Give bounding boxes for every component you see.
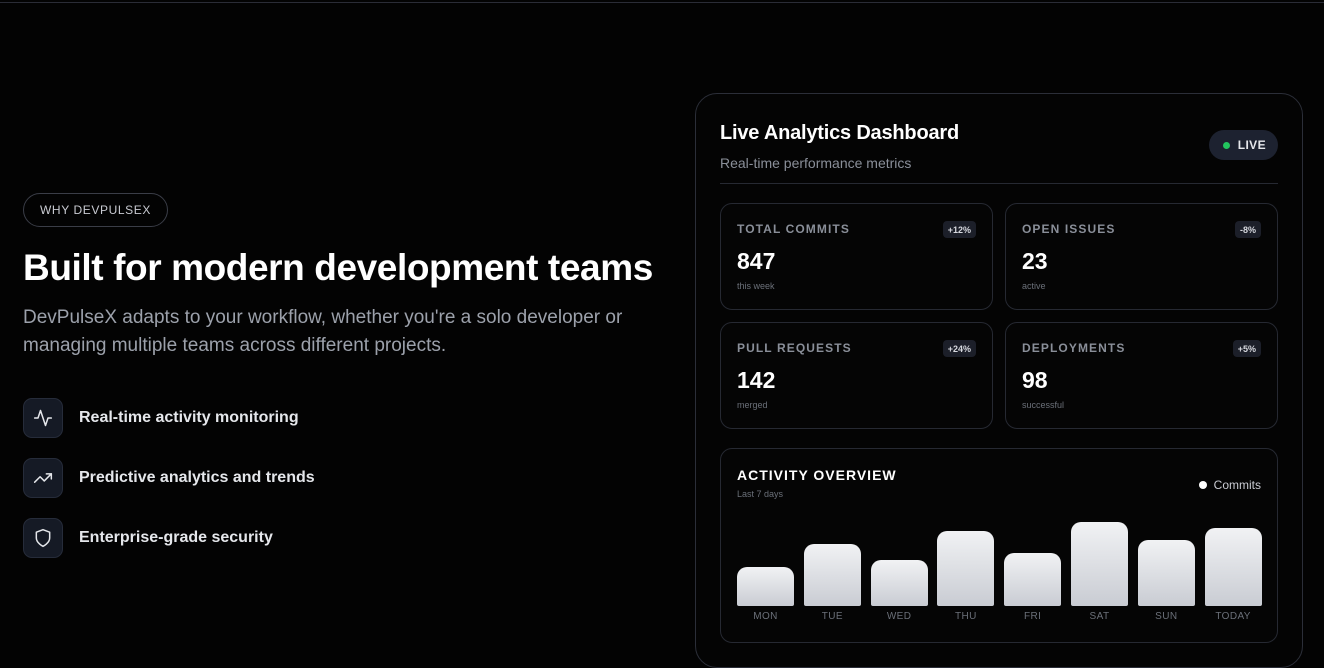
chart-bar-sat — [1071, 521, 1128, 606]
stat-label: TOTAL COMMITS — [737, 222, 850, 236]
stat-label: DEPLOYMENTS — [1022, 341, 1126, 355]
chart-bar-today — [1204, 527, 1262, 606]
section-badge: WHY DEVPULSEX — [23, 193, 168, 227]
chart-tick-label: MON — [753, 611, 778, 622]
stats-grid: TOTAL COMMITS +12% 847 this week OPEN IS… — [720, 203, 1278, 429]
chart-tick-label: SUN — [1155, 611, 1178, 622]
stat-card-open-issues: OPEN ISSUES -8% 23 active — [1005, 203, 1278, 310]
stat-label: PULL REQUESTS — [737, 341, 852, 355]
legend-label: Commits — [1213, 478, 1261, 492]
dashboard-subtitle: Real-time performance metrics — [720, 155, 912, 171]
chart-bar-fri — [1004, 552, 1062, 606]
section-lead: DevPulseX adapts to your workflow, wheth… — [23, 307, 623, 356]
stat-value: 98 — [1022, 367, 1048, 393]
feature-item: Predictive analytics and trends — [23, 458, 663, 498]
stat-change-badge: +24% — [942, 340, 976, 357]
chart-legend: Commits — [1198, 478, 1261, 492]
chart-tick-label: TODAY — [1215, 611, 1251, 622]
feature-label: Real-time activity monitoring — [79, 409, 299, 426]
stat-note: this week — [737, 281, 775, 291]
live-badge: LIVE — [1208, 130, 1278, 160]
chart-bar-tue — [803, 544, 861, 606]
stat-card-deployments: DEPLOYMENTS +5% 98 successful — [1005, 322, 1278, 429]
chart-tick-label: TUE — [821, 611, 843, 622]
section-headline: Built for modern development teams — [23, 247, 653, 288]
feature-label: Enterprise-grade security — [79, 529, 273, 546]
chart-tick-label: WED — [886, 611, 912, 622]
activity-subtitle: Last 7 days — [737, 489, 784, 499]
stat-value: 23 — [1022, 248, 1048, 274]
feature-label: Predictive analytics and trends — [79, 469, 315, 486]
activity-icon — [23, 398, 63, 438]
activity-overview-panel: ACTIVITY OVERVIEW Last 7 days Commits MO… — [720, 448, 1278, 643]
top-divider — [0, 2, 1324, 3]
live-label: LIVE — [1237, 138, 1266, 152]
stat-card-pull-requests: PULL REQUESTS +24% 142 merged — [720, 322, 993, 429]
stat-change-badge: -8% — [1234, 221, 1261, 238]
analytics-dashboard-card: Live Analytics Dashboard Real-time perfo… — [695, 93, 1303, 668]
stat-note: successful — [1022, 400, 1065, 410]
stat-change-badge: +5% — [1232, 340, 1261, 357]
legend-dot-icon — [1198, 481, 1207, 489]
stat-card-total-commits: TOTAL COMMITS +12% 847 this week — [720, 203, 993, 310]
activity-bar-chart: MON TUE WED THU FRI SAT SUN TODAY — [737, 499, 1262, 622]
stat-note: active — [1022, 281, 1046, 291]
shield-icon — [23, 518, 63, 558]
dashboard-header: Live Analytics Dashboard Real-time perfo… — [720, 122, 1278, 184]
feature-item: Enterprise-grade security — [23, 518, 663, 558]
feature-item: Real-time activity monitoring — [23, 398, 663, 438]
chart-bar-wed — [870, 559, 928, 606]
feature-list: Real-time activity monitoring Predictive… — [23, 398, 663, 558]
chart-bar-sun — [1137, 539, 1195, 606]
chart-tick-label: FRI — [1024, 611, 1042, 622]
chart-tick-label: SAT — [1089, 611, 1110, 622]
stat-change-badge: +12% — [942, 221, 976, 238]
dashboard-title: Live Analytics Dashboard — [720, 122, 959, 144]
activity-title: ACTIVITY OVERVIEW — [737, 467, 897, 483]
why-section: WHY DEVPULSEX Built for modern developme… — [23, 193, 663, 578]
trending-up-icon — [23, 458, 63, 498]
stat-label: OPEN ISSUES — [1022, 222, 1116, 236]
stat-value: 847 — [737, 248, 776, 274]
live-dot-icon — [1222, 141, 1230, 149]
stat-value: 142 — [737, 367, 776, 393]
chart-bar-thu — [937, 531, 995, 606]
chart-tick-label: THU — [955, 611, 977, 622]
chart-bar-mon — [737, 566, 794, 606]
stat-note: merged — [737, 400, 768, 410]
